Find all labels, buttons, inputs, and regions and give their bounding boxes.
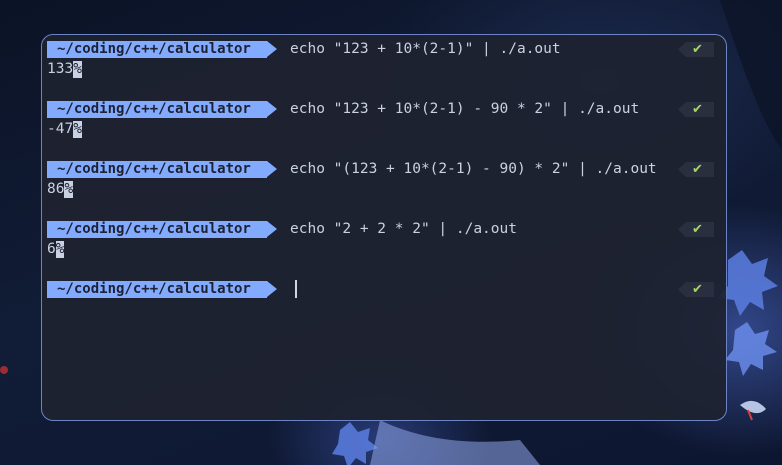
- prompt-line: ~/coding/c++/calculator echo "2 + 2 * 2"…: [47, 219, 726, 239]
- eol-marker: %: [73, 61, 82, 78]
- status-indicator: ✔: [678, 222, 714, 237]
- check-icon: ✔: [692, 222, 703, 237]
- command-output: 6%: [47, 239, 65, 259]
- prompt-path: ~/coding/c++/calculator: [47, 101, 267, 118]
- status-indicator: ✔: [678, 162, 714, 177]
- check-icon: ✔: [692, 162, 703, 177]
- eol-marker: %: [73, 121, 82, 138]
- command-text: echo "2 + 2 * 2" | ./a.out: [290, 221, 517, 237]
- command-text: echo "123 + 10*(2-1) - 90 * 2" | ./a.out: [290, 101, 640, 117]
- output-value: 6: [47, 241, 56, 257]
- prompt-line: ~/coding/c++/calculator echo "123 + 10*(…: [47, 99, 726, 119]
- prompt-arrow-icon: [267, 101, 277, 117]
- prompt-arrow-icon: [267, 41, 277, 57]
- prompt-line: ~/coding/c++/calculator echo "(123 + 10*…: [47, 159, 726, 179]
- text-cursor: [295, 280, 297, 298]
- command-output: 133%: [47, 59, 82, 79]
- output-value: 133: [47, 61, 74, 77]
- command-text: echo "123 + 10*(2-1)" | ./a.out: [290, 41, 561, 57]
- prompt-arrow-icon: [267, 161, 277, 177]
- eol-marker: %: [55, 241, 65, 258]
- prompt-path: ~/coding/c++/calculator: [47, 41, 267, 58]
- terminal-window[interactable]: ~/coding/c++/calculator echo "123 + 10*(…: [41, 34, 727, 421]
- prompt-path: ~/coding/c++/calculator: [47, 281, 267, 298]
- current-prompt-line[interactable]: ~/coding/c++/calculator ✔: [47, 279, 726, 299]
- output-value: -47: [47, 121, 74, 137]
- check-icon: ✔: [692, 102, 703, 117]
- command-output: -47%: [47, 119, 82, 139]
- prompt-path: ~/coding/c++/calculator: [47, 221, 267, 238]
- status-indicator: ✔: [678, 102, 714, 117]
- check-icon: ✔: [692, 42, 703, 57]
- status-indicator: ✔: [678, 282, 714, 297]
- output-value: 86: [47, 181, 65, 197]
- prompt-arrow-icon: [267, 281, 277, 297]
- prompt-line: ~/coding/c++/calculator echo "123 + 10*(…: [47, 39, 726, 59]
- prompt-path: ~/coding/c++/calculator: [47, 161, 267, 178]
- prompt-arrow-icon: [267, 221, 277, 237]
- command-text: echo "(123 + 10*(2-1) - 90) * 2" | ./a.o…: [290, 161, 657, 177]
- status-indicator: ✔: [678, 42, 714, 57]
- command-output: 86%: [47, 179, 74, 199]
- eol-marker: %: [64, 181, 74, 198]
- check-icon: ✔: [692, 282, 703, 297]
